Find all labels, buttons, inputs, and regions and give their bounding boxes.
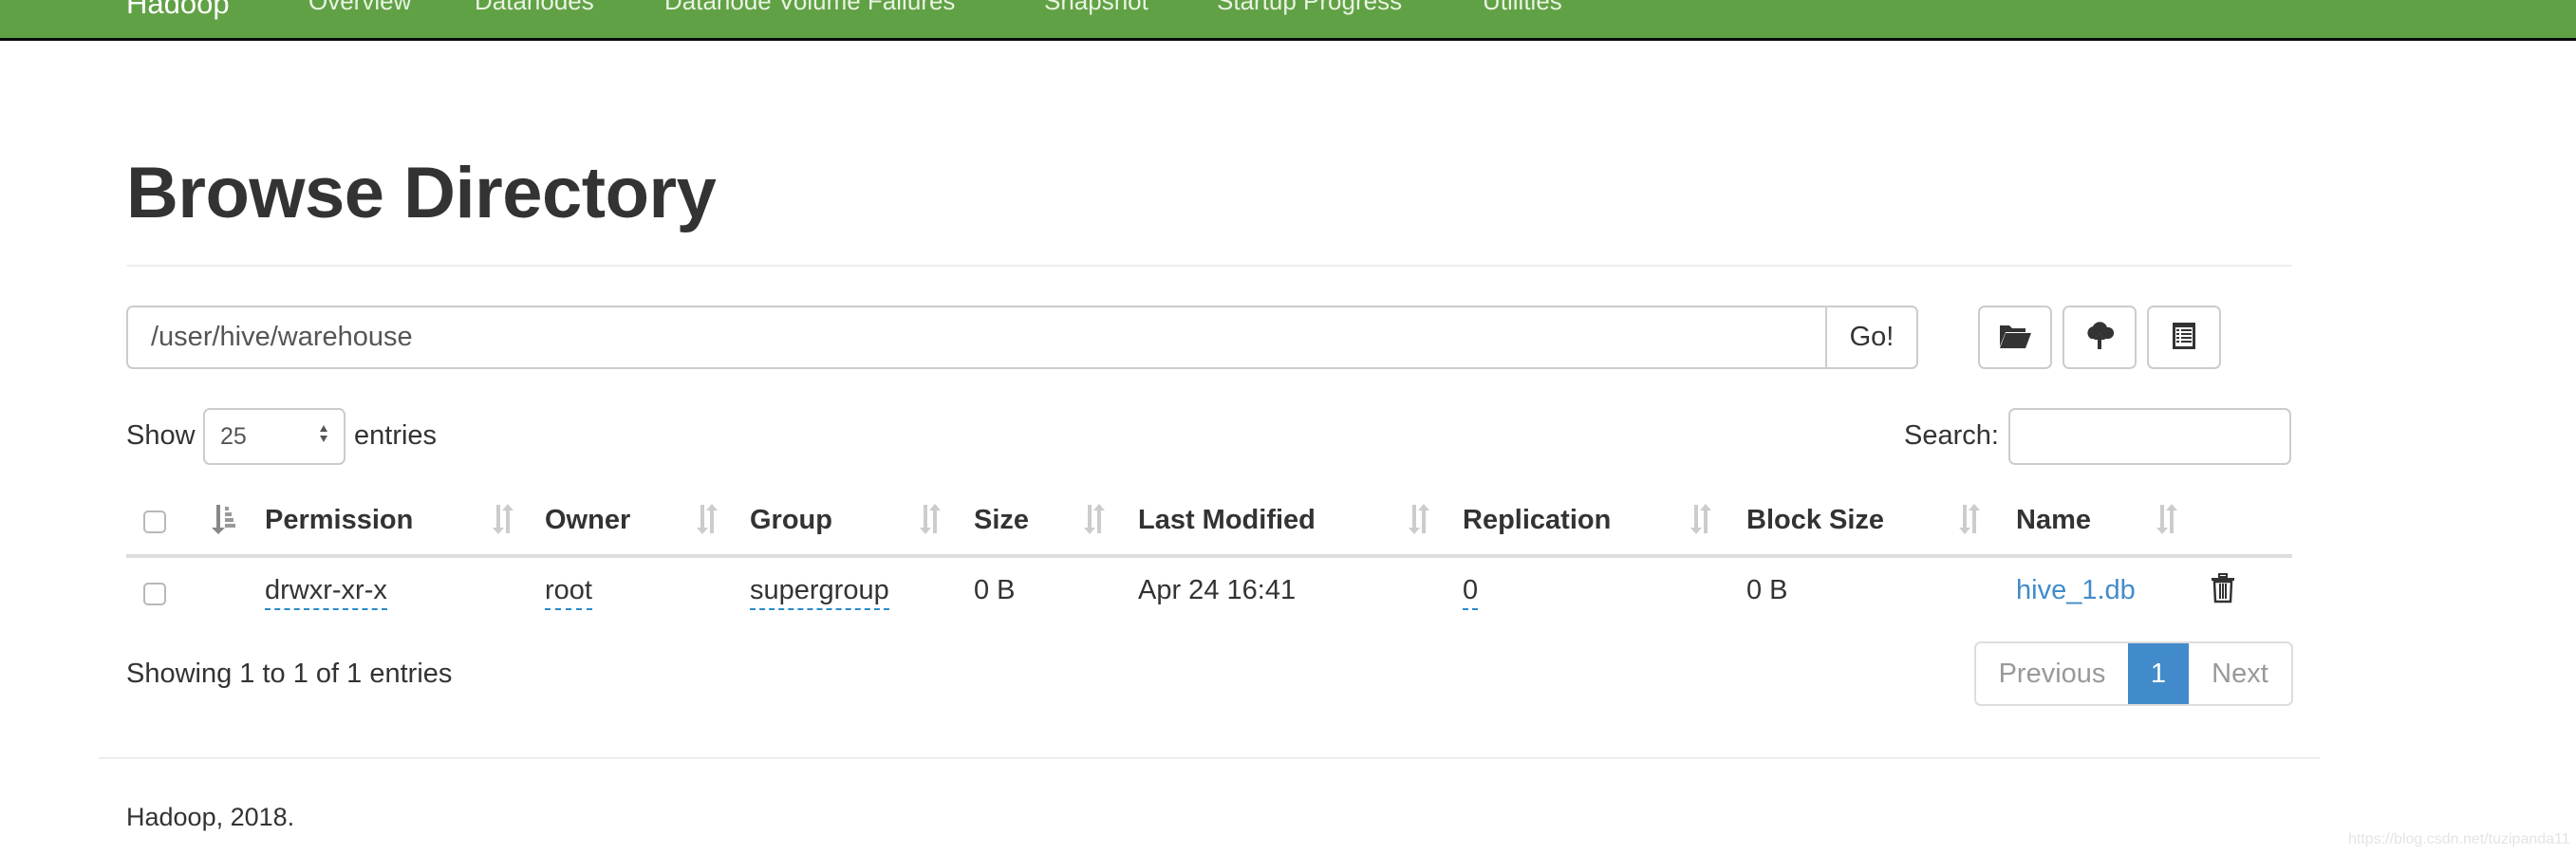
nav-snapshot[interactable]: Snapshot (1044, 0, 1148, 16)
replication-cell[interactable]: 0 (1463, 575, 1479, 610)
top-navbar: Hadoop Overview Datanodes Datanode Volum… (0, 0, 2576, 41)
select-all-checkbox[interactable] (143, 511, 166, 533)
page-1-button[interactable]: 1 (2128, 643, 2189, 704)
column-header-size[interactable]: Size (974, 505, 1029, 536)
nav-utilities[interactable]: Utilities (1483, 0, 1562, 16)
delete-button[interactable] (2211, 573, 2235, 611)
sort-both-icon[interactable] (1953, 503, 1982, 540)
block-size-cell: 0 B (1746, 575, 1788, 605)
sort-both-icon[interactable] (1078, 503, 1107, 540)
brand-link[interactable]: Hadoop (126, 0, 230, 21)
permission-cell[interactable]: drwxr-xr-x (265, 575, 387, 610)
table-search-input[interactable] (2008, 408, 2291, 465)
column-header-owner[interactable]: Owner (545, 505, 630, 536)
page-length-value: 25 (220, 422, 247, 450)
go-button[interactable]: Go! (1827, 306, 1918, 369)
directory-path-input[interactable] (126, 306, 1827, 369)
next-page-button[interactable]: Next (2189, 643, 2291, 704)
sort-active-icon[interactable] (208, 503, 236, 540)
select-arrows-icon (319, 423, 328, 451)
trash-icon (2211, 573, 2235, 610)
column-header-last-modified[interactable]: Last Modified (1138, 505, 1316, 536)
page-length-select[interactable]: 25 (203, 408, 345, 465)
column-header-name[interactable]: Name (2016, 505, 2091, 536)
list-alt-icon (2172, 322, 2196, 353)
sort-both-icon[interactable] (2151, 503, 2179, 540)
header-divider (126, 554, 2292, 558)
page-title: Browse Directory (126, 153, 717, 233)
row-select-checkbox[interactable] (143, 583, 166, 605)
cut-paste-button[interactable] (2147, 306, 2221, 369)
show-label: Show (126, 420, 196, 451)
previous-page-button[interactable]: Previous (1976, 643, 2128, 704)
upload-button[interactable] (2063, 306, 2137, 369)
sort-both-icon[interactable] (914, 503, 943, 540)
nav-datanode-volume-failures[interactable]: Datanode Volume Failures (664, 0, 955, 16)
nav-overview[interactable]: Overview (308, 0, 411, 16)
folder-open-icon (1998, 322, 2032, 353)
sort-both-icon[interactable] (1403, 503, 1431, 540)
table-info: Showing 1 to 1 of 1 entries (126, 659, 453, 689)
column-header-group[interactable]: Group (750, 505, 832, 536)
sort-both-icon[interactable] (691, 503, 719, 540)
owner-cell[interactable]: root (545, 575, 592, 610)
watermark: https://blog.csdn.net/tuzipanda11 (2348, 831, 2570, 847)
table-row: drwxr-xr-x root supergroup 0 B Apr 24 16… (126, 562, 2292, 626)
entries-label: entries (354, 420, 438, 451)
group-cell[interactable]: supergroup (750, 575, 889, 610)
column-header-block-size[interactable]: Block Size (1746, 505, 1884, 536)
cloud-upload-icon (2084, 320, 2115, 355)
file-name-link[interactable]: hive_1.db (2016, 575, 2136, 606)
table-header: Permission Owner Group Size Last Modifie… (126, 492, 2292, 554)
column-header-replication[interactable]: Replication (1463, 505, 1611, 536)
nav-startup-progress[interactable]: Startup Progress (1217, 0, 1402, 16)
size-cell: 0 B (974, 575, 1016, 605)
column-header-permission[interactable]: Permission (265, 505, 413, 536)
sort-both-icon[interactable] (487, 503, 515, 540)
sort-both-icon[interactable] (1685, 503, 1713, 540)
nav-datanodes[interactable]: Datanodes (475, 0, 594, 16)
path-bar: Go! (126, 306, 1918, 369)
footer-divider (99, 757, 2320, 759)
title-divider (126, 265, 2292, 267)
create-directory-button[interactable] (1978, 306, 2052, 369)
search-label: Search: (1904, 420, 1999, 451)
footer-text: Hadoop, 2018. (126, 803, 295, 831)
pagination: Previous 1 Next (1974, 641, 2293, 706)
last-modified-cell: Apr 24 16:41 (1138, 575, 1297, 605)
